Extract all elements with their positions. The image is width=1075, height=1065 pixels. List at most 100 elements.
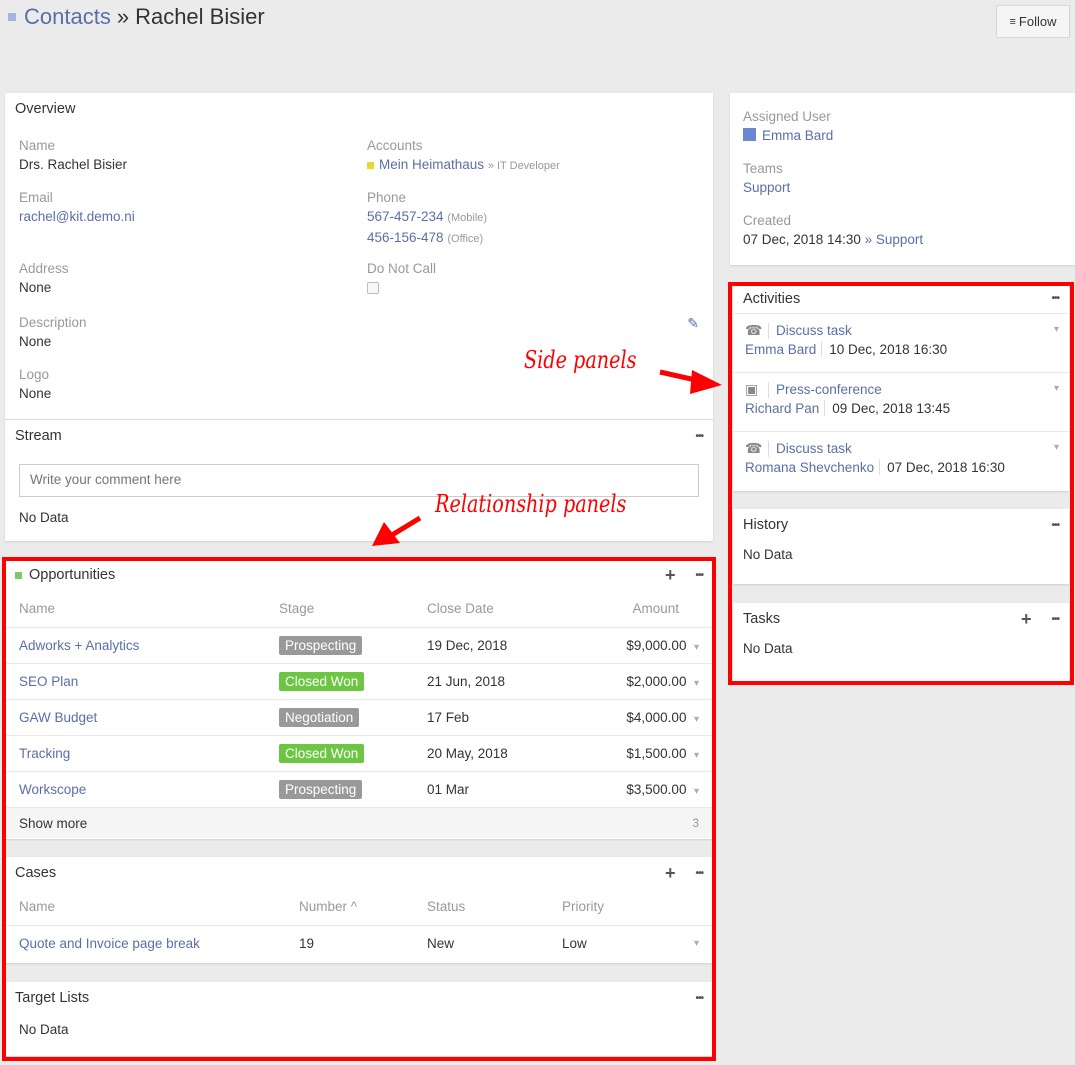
column-header-amount[interactable]: Amount <box>563 591 713 627</box>
account-link[interactable]: Mein Heimathaus <box>379 157 484 172</box>
created-by-link[interactable]: » Support <box>865 232 924 247</box>
more-options-icon[interactable]: ••• <box>1051 293 1059 304</box>
side-panels-annotation: Side panels <box>524 346 637 374</box>
case-name-link[interactable]: Quote and Invoice page break <box>19 936 200 951</box>
account-role: » IT Developer <box>487 160 560 172</box>
teams-field: Teams Support <box>743 160 790 198</box>
activity-item: ☎ Discuss task Emma Bard 10 Dec, 2018 16:30… <box>733 313 1069 372</box>
opportunity-name-link[interactable]: Workscope <box>19 782 86 797</box>
created-label: Created <box>743 213 792 228</box>
stage-badge: Prospecting <box>279 635 363 655</box>
logo-label: Logo <box>19 367 50 382</box>
history-panel: History ••• No Data <box>733 509 1069 584</box>
stream-empty: No Data <box>19 510 69 525</box>
row-actions-caret-icon[interactable]: ▾ <box>694 938 699 949</box>
amount: $1,500.00 <box>626 745 687 761</box>
overview-heading: Overview <box>5 93 713 125</box>
row-actions-caret-icon[interactable]: ▾ <box>694 714 699 725</box>
opportunities-heading: Opportunities + ••• <box>5 559 713 591</box>
history-title: History <box>743 517 789 533</box>
activity-user-link[interactable]: Emma Bard <box>745 342 816 357</box>
column-header-number[interactable]: Number ^ <box>285 889 413 925</box>
show-more-label: Show more <box>19 815 88 831</box>
row-actions-caret-icon[interactable]: ▾ <box>694 786 699 797</box>
assigned-user-field: Assigned User Emma Bard <box>743 108 833 146</box>
activity-datetime: 09 Dec, 2018 13:45 <box>832 400 951 416</box>
follow-button[interactable]: ≡ Follow <box>996 5 1070 38</box>
activities-heading: Activities ••• <box>733 284 1069 313</box>
account-marker-icon <box>367 161 374 169</box>
activity-user-link[interactable]: Richard Pan <box>745 401 819 416</box>
activity-subject-link[interactable]: Discuss task <box>776 441 852 456</box>
opportunity-name-link[interactable]: GAW Budget <box>19 710 97 725</box>
cases-panel: Cases + ••• Name Number ^ Status Priorit… <box>5 857 713 963</box>
address-label: Address <box>19 261 69 276</box>
add-opportunity-icon[interactable]: + <box>665 566 676 584</box>
phone-mobile-link[interactable]: 567-457-234 <box>367 209 444 224</box>
activity-actions-caret-icon[interactable]: ▾ <box>1054 383 1059 394</box>
rss-icon: ≡ <box>1009 15 1016 28</box>
more-options-icon[interactable]: ••• <box>695 868 703 879</box>
column-header-priority[interactable]: Priority <box>548 889 713 925</box>
activity-actions-caret-icon[interactable]: ▾ <box>1054 442 1059 453</box>
column-header-close-date[interactable]: Close Date <box>413 591 563 627</box>
follow-label: Follow <box>1018 14 1057 29</box>
phone-office-link[interactable]: 456-156-478 <box>367 230 444 245</box>
email-link[interactable]: rachel@kit.demo.ni <box>19 209 135 224</box>
amount: $9,000.00 <box>626 637 687 653</box>
more-options-icon[interactable]: ••• <box>695 570 703 581</box>
column-header-stage[interactable]: Stage <box>265 591 413 627</box>
do-not-call-checkbox[interactable] <box>367 282 379 294</box>
phone-office-type: (Office) <box>447 233 484 245</box>
activities-title: Activities <box>743 290 801 307</box>
team-link[interactable]: Support <box>743 180 790 195</box>
tasks-title: Tasks <box>743 611 781 627</box>
phone-label: Phone <box>367 190 407 205</box>
activities-panel: Activities ••• ☎ Discuss task Emma Bard 10 … <box>733 284 1069 491</box>
target-lists-title: Target Lists <box>15 990 90 1006</box>
table-row: Quote and Invoice page break 19 New Low ▾ <box>5 924 713 961</box>
more-options-icon[interactable]: ••• <box>695 993 703 1004</box>
table-row: GAW Budget Negotiation 17 Feb $4,000.00 ▾ <box>5 698 713 735</box>
row-actions-caret-icon[interactable]: ▾ <box>694 750 699 761</box>
column-header-name[interactable]: Name <box>5 889 285 925</box>
do-not-call-label: Do Not Call <box>367 261 437 276</box>
more-options-icon[interactable]: ••• <box>1051 520 1059 531</box>
add-task-icon[interactable]: + <box>1021 610 1032 628</box>
show-more-button[interactable]: Show more 3 <box>5 807 713 838</box>
tasks-panel: Tasks + ••• No Data <box>733 603 1069 681</box>
opportunity-marker-icon <box>15 571 22 579</box>
column-header-status[interactable]: Status <box>413 889 548 925</box>
email-label: Email <box>19 190 53 205</box>
cases-table: Name Number ^ Status Priority Quote and … <box>5 889 713 961</box>
address-value: None <box>19 280 52 295</box>
row-actions-caret-icon[interactable]: ▾ <box>694 678 699 689</box>
assigned-user-link[interactable]: Emma Bard <box>762 128 833 143</box>
breadcrumb: Contacts » Rachel Bisier <box>8 4 265 30</box>
column-header-name[interactable]: Name <box>5 591 265 627</box>
opportunity-name-link[interactable]: Tracking <box>19 746 70 761</box>
logo-value: None <box>19 386 52 401</box>
name-label: Name <box>19 138 56 153</box>
description-value: None <box>19 334 52 349</box>
add-case-icon[interactable]: + <box>665 864 676 882</box>
target-lists-panel: Target Lists ••• No Data <box>5 982 713 1056</box>
activity-actions-caret-icon[interactable]: ▾ <box>1054 324 1059 335</box>
target-lists-empty: No Data <box>19 1022 69 1037</box>
table-row: Workscope Prospecting 01 Mar $3,500.00 ▾ <box>5 770 713 807</box>
row-actions-caret-icon[interactable]: ▾ <box>694 642 699 653</box>
more-options-icon[interactable]: ••• <box>695 431 703 442</box>
logo-field: Logo None <box>19 366 51 404</box>
phone-icon: ☎ <box>745 322 763 338</box>
more-options-icon[interactable]: ••• <box>1051 614 1059 625</box>
activity-subject-link[interactable]: Press-conference <box>776 382 882 397</box>
cases-heading: Cases + ••• <box>5 857 713 889</box>
pencil-icon[interactable]: ✎ <box>687 315 699 332</box>
breadcrumb-contacts-link[interactable]: Contacts <box>24 4 111 30</box>
opportunity-name-link[interactable]: Adworks + Analytics <box>19 638 139 653</box>
activity-user-link[interactable]: Romana Shevchenko <box>745 460 874 475</box>
opportunity-name-link[interactable]: SEO Plan <box>19 674 78 689</box>
activity-subject-link[interactable]: Discuss task <box>776 323 852 338</box>
remaining-count: 3 <box>692 816 699 830</box>
case-number: 19 <box>285 924 413 961</box>
